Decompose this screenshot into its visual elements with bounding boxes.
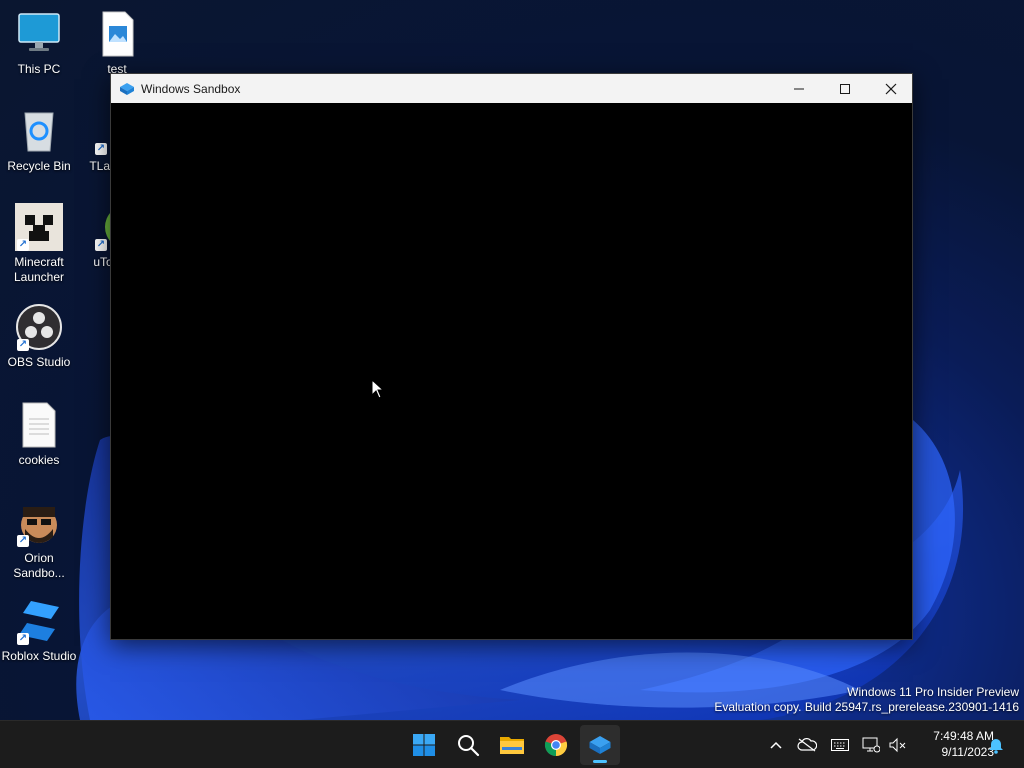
volume-muted-icon	[889, 737, 906, 753]
sandbox-icon	[589, 736, 611, 754]
chrome-icon	[544, 734, 568, 757]
desktop-icon-this-pc[interactable]: This PC	[0, 10, 78, 77]
clock-time: 7:49:48 AM	[933, 729, 994, 743]
close-button[interactable]	[868, 74, 914, 103]
desktop-icon-label: Recycle Bin	[7, 159, 71, 173]
monitor-icon	[15, 10, 63, 58]
desktop-icon-orion-sandbox[interactable]: ↗ Orion Sandbo...	[0, 499, 78, 581]
recycle-bin-icon	[15, 107, 63, 155]
taskbar-clock[interactable]: 7:49:48 AM 9/11/2023	[908, 728, 994, 760]
search-icon	[458, 735, 480, 757]
desktop-icon-label: This PC	[17, 62, 61, 76]
keyboard-icon	[831, 739, 849, 751]
windows-sandbox-taskbar-button[interactable]	[580, 725, 620, 765]
mouse-cursor-icon	[371, 379, 385, 399]
watermark-line2: Evaluation copy. Build 25947.rs_prerelea…	[714, 700, 1019, 714]
shortcut-arrow-icon: ↗	[17, 633, 29, 645]
evaluation-watermark: Windows 11 Pro Insider Preview Evaluatio…	[714, 685, 1019, 715]
desktop-icon-recycle-bin[interactable]: Recycle Bin	[0, 107, 78, 174]
show-hidden-icons-button[interactable]	[766, 735, 786, 755]
window-titlebar[interactable]: Windows Sandbox	[111, 74, 912, 103]
notifications-button[interactable]	[986, 735, 1006, 755]
text-file-icon	[15, 401, 63, 449]
minimize-icon	[794, 88, 804, 89]
taskbar: 7:49:48 AM 9/11/2023	[0, 720, 1024, 768]
desktop-icon-obs-studio[interactable]: ↗ OBS Studio	[0, 303, 78, 370]
shortcut-arrow-icon: ↗	[17, 239, 29, 251]
shortcut-arrow-icon: ↗	[95, 143, 107, 155]
obs-icon: ↗	[15, 303, 63, 351]
image-file-icon	[93, 10, 141, 58]
active-app-indicator	[593, 760, 607, 763]
desktop-icon-label: Orion Sandbo...	[13, 551, 65, 580]
orion-sandbox-icon: ↗	[15, 499, 63, 547]
search-button[interactable]	[448, 725, 488, 765]
watermark-line1: Windows 11 Pro Insider Preview	[847, 685, 1019, 699]
start-button[interactable]	[404, 725, 444, 765]
network-status[interactable]	[861, 735, 881, 755]
maximize-button[interactable]	[822, 74, 868, 103]
maximize-icon	[840, 83, 850, 94]
shortcut-arrow-icon: ↗	[95, 239, 107, 251]
file-explorer-button[interactable]	[492, 725, 532, 765]
sandbox-window[interactable]: Windows Sandbox	[110, 73, 913, 640]
onedrive-status[interactable]	[797, 735, 817, 755]
desktop-icon-label: OBS Studio	[7, 355, 71, 369]
clock-date: 9/11/2023	[941, 745, 995, 759]
close-icon	[885, 83, 897, 94]
minecraft-icon: ↗	[15, 203, 63, 251]
sandbox-icon	[120, 82, 134, 95]
desktop-icon-cookies[interactable]: cookies	[0, 401, 78, 468]
desktop-icon-label: Roblox Studio	[1, 649, 77, 663]
shortcut-arrow-icon: ↗	[17, 535, 29, 547]
desktop-icon-test[interactable]: test	[78, 10, 156, 77]
desktop-icon-roblox-studio[interactable]: ↗ Roblox Studio	[0, 597, 78, 664]
folder-icon	[500, 737, 524, 754]
shortcut-arrow-icon: ↗	[17, 339, 29, 351]
roblox-studio-icon: ↗	[15, 597, 63, 645]
network-icon	[862, 737, 880, 753]
window-title: Windows Sandbox	[141, 81, 241, 96]
desktop-icon-minecraft-launcher[interactable]: ↗ Minecraft Launcher	[0, 203, 78, 285]
sandbox-content-area[interactable]	[111, 103, 912, 639]
volume-status[interactable]	[888, 735, 908, 755]
minimize-button[interactable]	[776, 74, 822, 103]
keyboard-indicator[interactable]	[830, 735, 850, 755]
bell-icon	[989, 739, 1003, 754]
desktop-icon-label: cookies	[18, 453, 60, 467]
desktop-icon-label: Minecraft Launcher	[13, 255, 65, 284]
desktop: This PC test Recycle Bin ↗ TLau ↗ Minecr…	[0, 0, 1024, 720]
chrome-button[interactable]	[536, 725, 576, 765]
cloud-off-icon	[797, 738, 817, 752]
windows-logo-icon	[413, 734, 435, 756]
chevron-up-icon	[770, 741, 782, 749]
